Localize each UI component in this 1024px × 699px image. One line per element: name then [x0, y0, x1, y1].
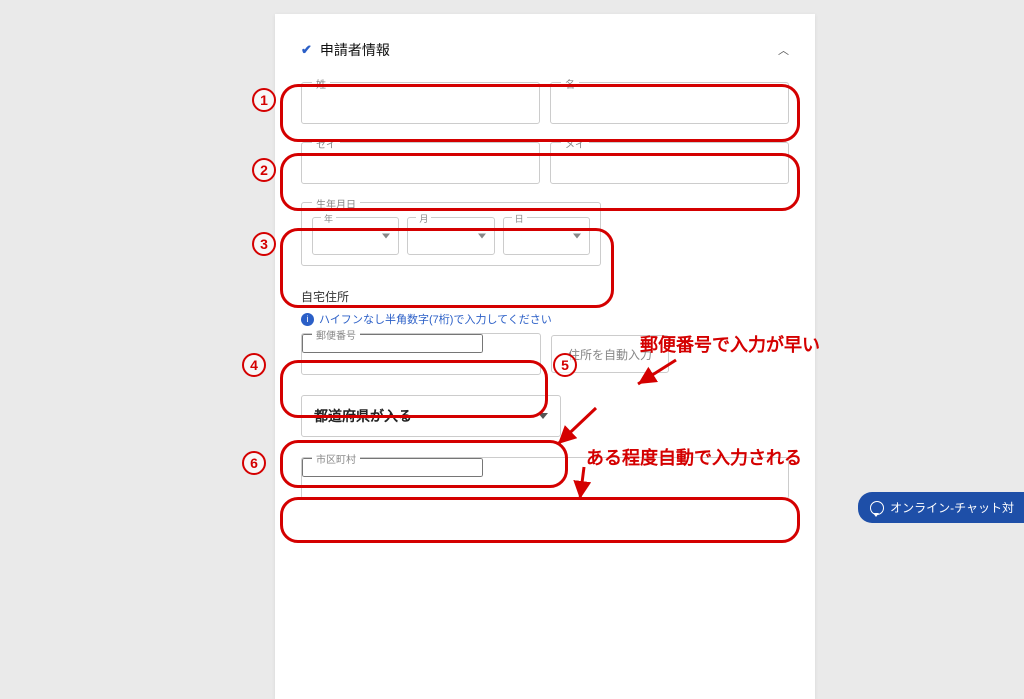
postal-hint: i ハイフンなし半角数字(7桁)で入力してください [301, 311, 789, 327]
last-name-label: 姓 [312, 76, 330, 91]
first-name-field[interactable]: 名 [550, 82, 789, 124]
annotation-number-1: 1 [252, 88, 276, 112]
chat-label: オンライン-チャット対 [890, 499, 1014, 516]
birth-year-label: 年 [321, 212, 336, 225]
first-name-label: 名 [561, 76, 579, 91]
postal-code-field[interactable]: 郵便番号 [301, 333, 541, 375]
chevron-down-icon [573, 234, 581, 239]
birth-day-label: 日 [512, 212, 527, 225]
annotation-number-4: 4 [242, 353, 266, 377]
last-kana-label: セイ [312, 136, 340, 151]
birth-month-select[interactable]: 月 [407, 217, 494, 255]
section-title: 申請者情報 [320, 40, 390, 60]
birthdate-group: 生年月日 年 月 日 [301, 202, 601, 266]
last-kana-field[interactable]: セイ [301, 142, 540, 184]
first-kana-label: メイ [561, 136, 589, 151]
annotation-number-6: 6 [242, 451, 266, 475]
birth-day-select[interactable]: 日 [503, 217, 590, 255]
first-name-input[interactable] [551, 83, 788, 123]
first-kana-field[interactable]: メイ [550, 142, 789, 184]
birthdate-group-label: 生年月日 [312, 196, 360, 211]
city-field[interactable]: 市区町村 [301, 457, 789, 499]
section-header[interactable]: ✔ 申請者情報 ︿ [301, 40, 789, 60]
city-label: 市区町村 [312, 451, 360, 466]
prefecture-select[interactable]: 都道府県が入る [301, 395, 561, 437]
name-row: 姓 名 [301, 82, 789, 124]
info-icon: i [301, 313, 314, 326]
annotation-number-2: 2 [252, 158, 276, 182]
last-name-input[interactable] [302, 83, 539, 123]
chevron-down-icon [538, 413, 548, 419]
postal-row: 郵便番号 住所を自動入力 [301, 333, 789, 375]
chevron-down-icon [478, 234, 486, 239]
form-sheet: ✔ 申請者情報 ︿ 姓 名 セイ メイ 生年月日 年 月 [275, 14, 815, 699]
chevron-up-icon[interactable]: ︿ [778, 42, 789, 58]
last-name-field[interactable]: 姓 [301, 82, 540, 124]
postal-hint-text: ハイフンなし半角数字(7桁)で入力してください [319, 311, 552, 327]
home-address-heading: 自宅住所 [301, 288, 789, 305]
annotation-number-3: 3 [252, 232, 276, 256]
kana-row: セイ メイ [301, 142, 789, 184]
chat-icon [870, 501, 884, 515]
postal-code-label: 郵便番号 [312, 327, 360, 342]
check-icon: ✔ [301, 42, 312, 58]
prefecture-placeholder: 都道府県が入る [314, 406, 412, 426]
chevron-down-icon [382, 234, 390, 239]
birth-month-label: 月 [416, 212, 431, 225]
birth-year-select[interactable]: 年 [312, 217, 399, 255]
auto-fill-address-button[interactable]: 住所を自動入力 [551, 335, 669, 373]
chat-badge[interactable]: オンライン-チャット対 [858, 492, 1024, 523]
